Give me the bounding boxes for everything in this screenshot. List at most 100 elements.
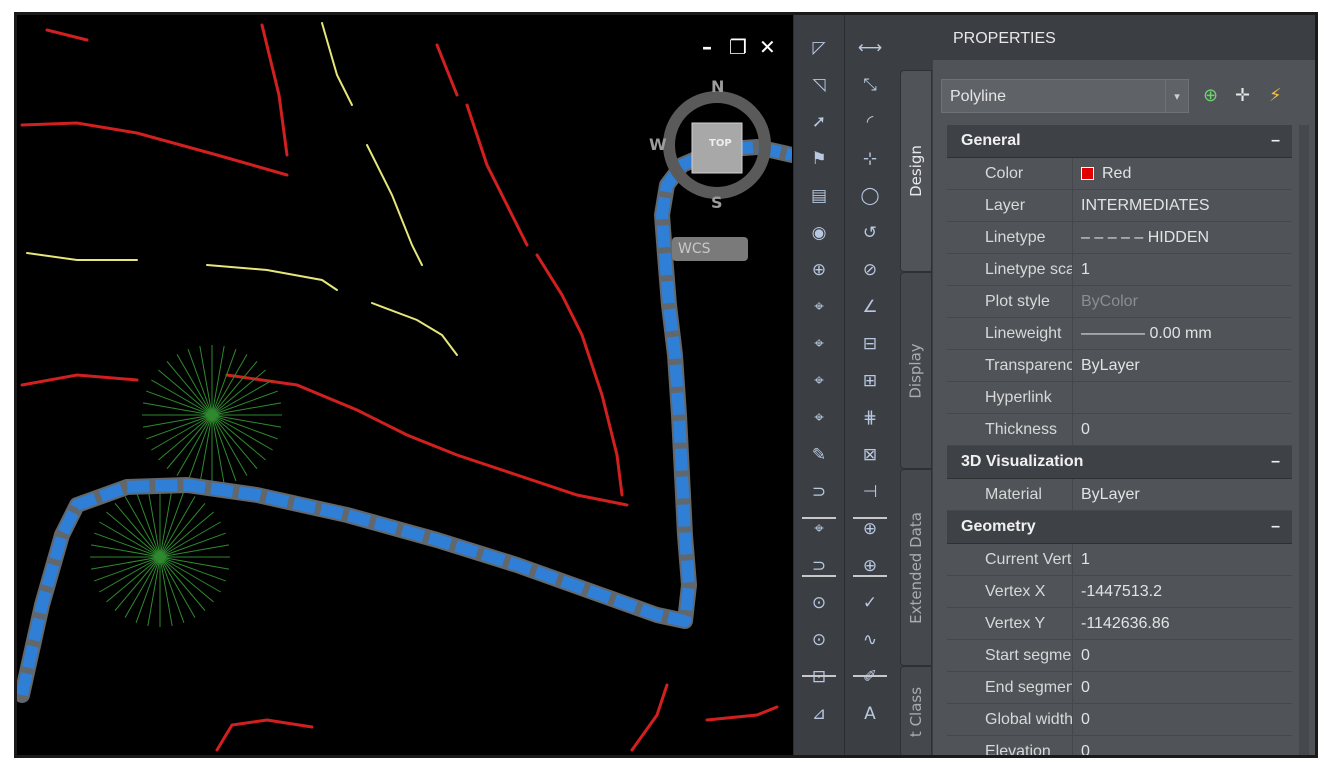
select-window-icon[interactable]: ◹: [804, 72, 834, 98]
property-value[interactable]: 0: [1073, 736, 1292, 755]
osnap-cursor-icon[interactable]: ⌖: [804, 368, 834, 394]
property-row-start-segme[interactable]: Start segme...0: [947, 640, 1292, 672]
side-tabs: Design Display Extended Data t Class: [895, 60, 933, 755]
circle-slash-icon[interactable]: ⊘: [855, 257, 885, 283]
dim-baseline-icon[interactable]: ⊞: [855, 368, 885, 394]
pen-icon[interactable]: ✎: [804, 442, 834, 468]
grid-icon[interactable]: ⊡: [804, 664, 834, 690]
viewcube[interactable]: N S W TOP: [647, 75, 787, 212]
property-name: Transparency: [947, 350, 1073, 381]
viewcube-west[interactable]: W: [649, 135, 667, 154]
property-value[interactable]: Red: [1073, 158, 1292, 189]
property-value[interactable]: ———— 0.00 mm: [1073, 318, 1292, 349]
property-row-elevation[interactable]: Elevation 0: [947, 736, 1292, 755]
flag-icon[interactable]: ⚑: [804, 146, 834, 172]
property-row-material[interactable]: Material ByLayer: [947, 479, 1292, 511]
tree-symbol: [90, 487, 230, 627]
property-value[interactable]: 1: [1073, 254, 1292, 285]
viewcube-north[interactable]: N: [711, 77, 724, 96]
quick-select-icon[interactable]: ⚡: [1269, 85, 1282, 106]
restore-button[interactable]: ❐: [729, 35, 747, 59]
property-row-global-width[interactable]: Global width 0: [947, 704, 1292, 736]
globe-icon[interactable]: ⊕: [804, 257, 834, 283]
close-button[interactable]: ✕: [759, 35, 776, 59]
osnap-gear-icon[interactable]: ⌖: [804, 405, 834, 431]
property-row-vertex-x[interactable]: Vertex X -1447513.2: [947, 576, 1292, 608]
dim-continue-icon[interactable]: ⋕: [855, 405, 885, 431]
property-row-lineweight[interactable]: Lineweight ———— 0.00 mm: [947, 318, 1292, 350]
dim-jog-icon[interactable]: ⊣: [855, 479, 885, 505]
category-3d-visualization[interactable]: 3D Visualization –: [947, 446, 1292, 479]
property-name: Layer: [947, 190, 1073, 221]
dim-linear-icon[interactable]: ⟷: [855, 35, 885, 61]
viewcube-south[interactable]: S: [711, 193, 723, 212]
dim-aligned-icon[interactable]: ⤡: [855, 72, 885, 98]
wcs-menu[interactable]: WCS: [672, 237, 748, 261]
tab-design[interactable]: Design: [900, 70, 932, 272]
property-name: Current Vert...: [947, 544, 1073, 575]
property-row-layer[interactable]: Layer INTERMEDIATES: [947, 190, 1292, 222]
dim-space-icon[interactable]: ⊠: [855, 442, 885, 468]
property-value[interactable]: 0: [1073, 672, 1292, 703]
property-row-plot-style[interactable]: Plot style ByColor: [947, 286, 1292, 318]
dim-edit-icon[interactable]: ✐: [855, 664, 885, 690]
pin-red-icon[interactable]: ⊙: [804, 627, 834, 653]
property-value[interactable]: 1: [1073, 544, 1292, 575]
toolbar-separator: [853, 675, 887, 677]
grid-corner-icon[interactable]: ⊿: [804, 701, 834, 727]
add-selection-icon[interactable]: ⊕: [1203, 85, 1218, 106]
magnet-icon[interactable]: ⊃: [804, 479, 834, 505]
select-icon[interactable]: ◸: [804, 35, 834, 61]
globe-layer-icon[interactable]: ◉: [804, 220, 834, 246]
property-value[interactable]: – – – – – HIDDEN: [1073, 222, 1292, 253]
osnap-a-icon[interactable]: ⌖: [804, 331, 834, 357]
property-row-color[interactable]: Color Red: [947, 158, 1292, 190]
category-geometry[interactable]: Geometry –: [947, 511, 1292, 544]
dim-text-icon[interactable]: A: [855, 701, 885, 727]
property-row-transparency[interactable]: Transparency ByLayer: [947, 350, 1292, 382]
property-value[interactable]: 0: [1073, 414, 1292, 445]
property-value[interactable]: ByLayer: [1073, 479, 1292, 510]
dim-ordinate-icon[interactable]: ⊹: [855, 146, 885, 172]
dim-break-icon[interactable]: ⊟: [855, 331, 885, 357]
drawing-canvas[interactable]: – ❐ ✕ N S W TOP WCS: [17, 15, 792, 755]
tolerance-icon[interactable]: ⊕: [855, 516, 885, 542]
pointer-icon[interactable]: ➚: [804, 109, 834, 135]
tab-class[interactable]: t Class: [900, 666, 932, 755]
property-row-hyperlink[interactable]: Hyperlink: [947, 382, 1292, 414]
property-value[interactable]: [1073, 382, 1292, 413]
pin-icon[interactable]: ⊙: [804, 590, 834, 616]
jog-line-icon[interactable]: ∿: [855, 627, 885, 653]
select-objects-icon[interactable]: ✛: [1235, 85, 1250, 106]
object-type-select[interactable]: Polyline ▾: [941, 79, 1189, 113]
category-general[interactable]: General –: [947, 125, 1292, 158]
toolbar-right: ⟷ ⤡ ◜ ⊹ ◯ ↺ ⊘ ∠ ⊟ ⊞ ⋕ ⊠ ⊣ ⊕ ⊕ ✓ ∿ ✐ A: [844, 15, 895, 755]
arc-dim-icon[interactable]: ↺: [855, 220, 885, 246]
property-row-thickness[interactable]: Thickness 0: [947, 414, 1292, 446]
property-value[interactable]: -1142636.86: [1073, 608, 1292, 639]
tab-extended-data[interactable]: Extended Data: [900, 469, 932, 666]
osnap-icon[interactable]: ⌖: [804, 294, 834, 320]
property-value[interactable]: INTERMEDIATES: [1073, 190, 1292, 221]
property-row-end-segmen[interactable]: End segmen...0: [947, 672, 1292, 704]
property-value[interactable]: ByColor: [1073, 286, 1292, 317]
chevron-down-icon[interactable]: ▾: [1165, 80, 1188, 112]
angle-icon[interactable]: ∠: [855, 294, 885, 320]
property-value[interactable]: ByLayer: [1073, 350, 1292, 381]
property-value[interactable]: 0: [1073, 704, 1292, 735]
property-row-linetype-sca[interactable]: Linetype sca...1: [947, 254, 1292, 286]
dim-check-icon[interactable]: ✓: [855, 590, 885, 616]
panel-scrollbar[interactable]: [1299, 125, 1309, 755]
viewcube-top-face[interactable]: TOP: [709, 138, 732, 149]
document-icon[interactable]: ▤: [804, 183, 834, 209]
property-row-vertex-y[interactable]: Vertex Y -1142636.86: [947, 608, 1292, 640]
property-value[interactable]: 0: [1073, 640, 1292, 671]
dim-arc-icon[interactable]: ◜: [855, 109, 885, 135]
property-row-current-vert[interactable]: Current Vert...1: [947, 544, 1292, 576]
osnap-select-icon[interactable]: ⌖: [804, 516, 834, 542]
tab-display[interactable]: Display: [900, 272, 932, 469]
property-row-linetype[interactable]: Linetype – – – – – HIDDEN: [947, 222, 1292, 254]
circle-icon[interactable]: ◯: [855, 183, 885, 209]
property-value[interactable]: -1447513.2: [1073, 576, 1292, 607]
minimize-button[interactable]: –: [702, 35, 712, 59]
